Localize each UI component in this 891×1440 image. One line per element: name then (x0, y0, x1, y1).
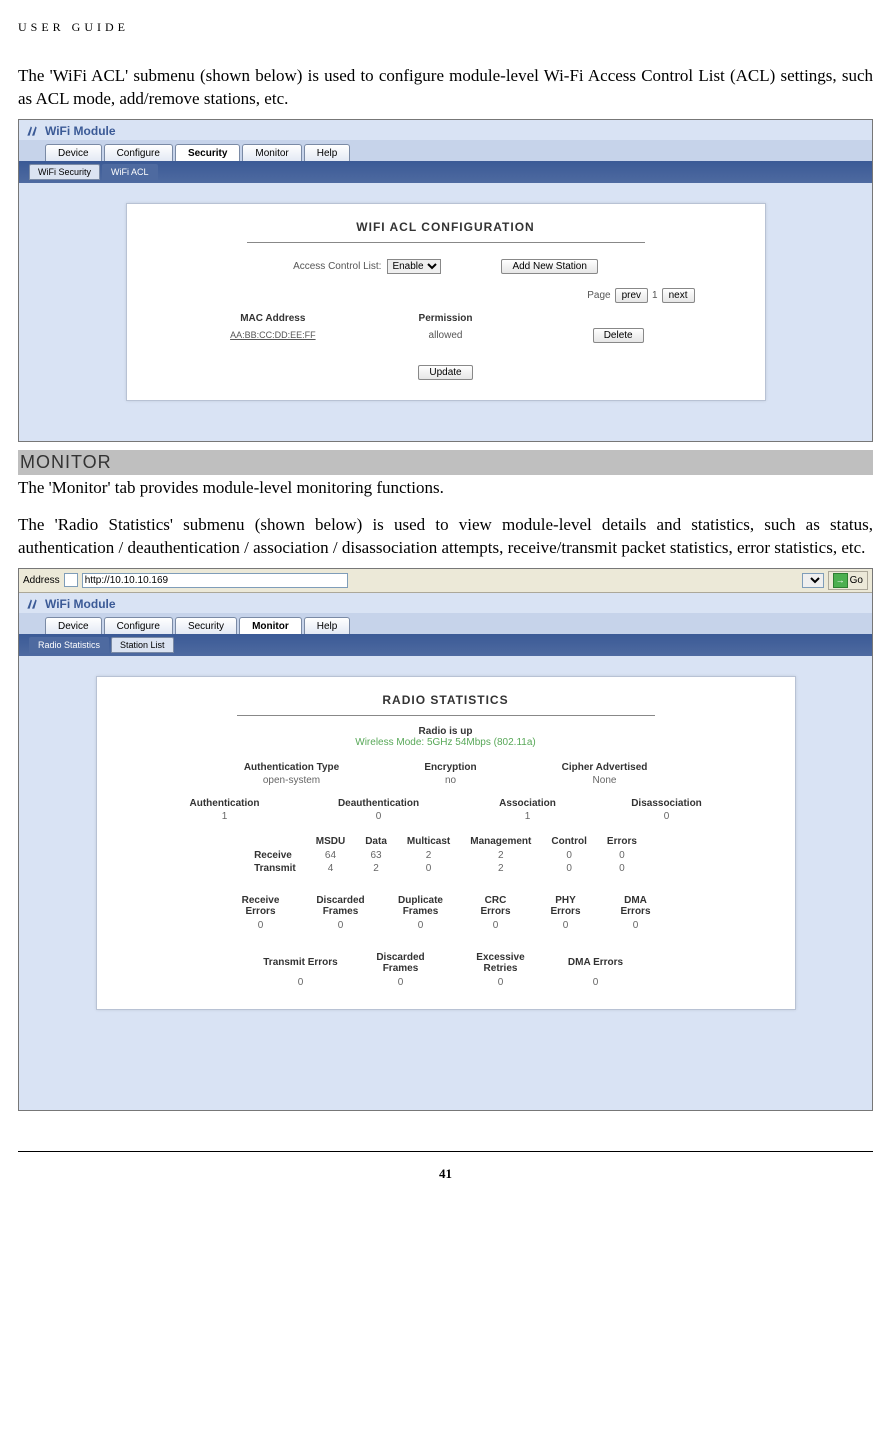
cipher-header: Cipher Advertised (540, 762, 670, 773)
tab-device[interactable]: Device (45, 144, 102, 161)
address-label: Address (23, 575, 60, 586)
app-logo-icon (25, 597, 39, 611)
prev-button[interactable]: prev (615, 288, 648, 303)
screenshot-radio-stats: Address → Go WiFi Module Device Configur… (18, 568, 873, 1111)
subtab-station-list[interactable]: Station List (111, 637, 174, 653)
disassoc-value: 0 (617, 811, 717, 822)
subtab-wifi-security[interactable]: WiFi Security (29, 164, 100, 180)
tab-configure[interactable]: Configure (104, 617, 173, 634)
acl-label: Access Control List: (293, 261, 381, 272)
acl-panel-title: WIFI ACL CONFIGURATION (247, 220, 645, 243)
subtab-radio-stats[interactable]: Radio Statistics (29, 637, 109, 653)
go-arrow-icon: → (833, 573, 848, 588)
delete-button[interactable]: Delete (593, 328, 644, 343)
app-title: WiFi Module (45, 597, 116, 611)
deauth-header: Deauthentication (319, 798, 439, 809)
next-button[interactable]: next (662, 288, 695, 303)
page-number: 41 (0, 1166, 891, 1182)
sub-tab-row: WiFi Security WiFi ACL (19, 161, 872, 183)
radio-panel-title: RADIO STATISTICS (237, 693, 655, 716)
tab-monitor[interactable]: Monitor (242, 144, 301, 161)
address-input[interactable] (82, 573, 348, 588)
address-bar: Address → Go (19, 569, 872, 593)
add-station-button[interactable]: Add New Station (501, 259, 598, 274)
auth-value: 1 (175, 811, 275, 822)
disassoc-header: Disassociation (617, 798, 717, 809)
wireless-mode: Wireless Mode: 5GHz 54Mbps (802.11a) (137, 737, 755, 748)
tab-security[interactable]: Security (175, 617, 237, 634)
subtab-wifi-acl[interactable]: WiFi ACL (102, 164, 158, 180)
tab-help[interactable]: Help (304, 144, 351, 161)
rx-errors-table: Receive Errors Discarded Frames Duplicat… (221, 893, 671, 932)
para-radio-stats: The 'Radio Statistics' submenu (shown be… (18, 514, 873, 560)
mac-value[interactable]: AA:BB:CC:DD:EE:FF (197, 330, 350, 340)
auth-type-header: Authentication Type (222, 762, 362, 773)
page-number-value: 1 (652, 290, 658, 301)
sub-tab-row: Radio Statistics Station List (19, 634, 872, 656)
radio-stats-panel: RADIO STATISTICS Radio is up Wireless Mo… (96, 676, 796, 1010)
tab-device[interactable]: Device (45, 617, 102, 634)
tab-configure[interactable]: Configure (104, 144, 173, 161)
acl-select[interactable]: Enable (387, 259, 441, 274)
app-title: WiFi Module (45, 124, 116, 138)
deauth-value: 0 (319, 811, 439, 822)
para-wifi-acl: The 'WiFi ACL' submenu (shown below) is … (18, 65, 873, 111)
encryption-value: no (406, 775, 496, 786)
main-tab-row: Device Configure Security Monitor Help (19, 140, 872, 161)
go-button[interactable]: → Go (828, 571, 868, 590)
tab-help[interactable]: Help (304, 617, 351, 634)
update-button[interactable]: Update (418, 365, 472, 380)
screenshot-wifi-acl: WiFi Module Device Configure Security Mo… (18, 119, 873, 442)
footer-divider (18, 1151, 873, 1152)
perm-header: Permission (369, 313, 522, 324)
page-header: USER GUIDE (18, 20, 873, 35)
tx-errors-table: Transmit Errors Discarded Frames Excessi… (251, 950, 641, 989)
rx-tx-table: MSDU Data Multicast Management Control E… (244, 834, 647, 875)
assoc-value: 1 (483, 811, 573, 822)
tab-security[interactable]: Security (175, 144, 240, 161)
acl-panel: WIFI ACL CONFIGURATION Access Control Li… (126, 203, 766, 401)
main-tab-row: Device Configure Security Monitor Help (19, 613, 872, 634)
page-icon (64, 573, 78, 587)
auth-header: Authentication (175, 798, 275, 809)
para-monitor-intro: The 'Monitor' tab provides module-level … (18, 477, 873, 500)
address-dropdown[interactable] (802, 573, 824, 588)
cipher-value: None (540, 775, 670, 786)
perm-value: allowed (369, 330, 522, 341)
mac-header: MAC Address (197, 313, 350, 324)
radio-status: Radio is up (137, 726, 755, 737)
auth-type-value: open-system (222, 775, 362, 786)
app-logo-icon (25, 124, 39, 138)
tab-monitor[interactable]: Monitor (239, 617, 302, 634)
encryption-header: Encryption (406, 762, 496, 773)
assoc-header: Association (483, 798, 573, 809)
section-monitor-heading: MONITOR (18, 450, 873, 475)
page-label: Page (587, 290, 610, 301)
